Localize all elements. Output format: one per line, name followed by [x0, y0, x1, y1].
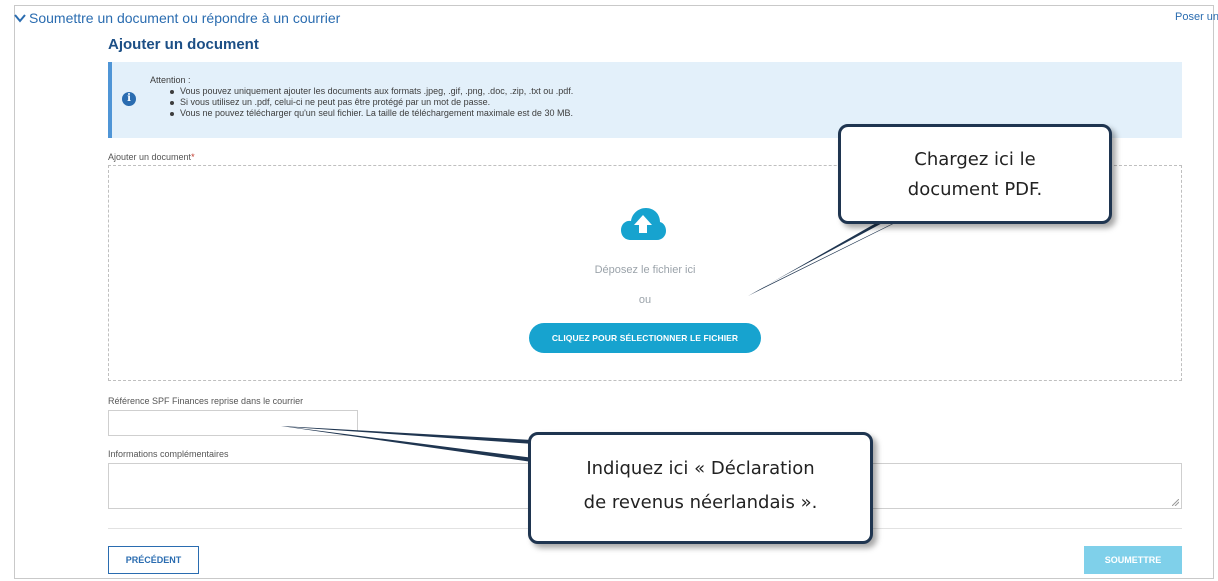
reference-input[interactable] — [108, 410, 358, 436]
reference-label: Référence SPF Finances reprise dans le c… — [108, 396, 304, 406]
alert-item: Vous pouvez uniquement ajouter les docum… — [168, 86, 573, 97]
ask-question-link[interactable]: Poser un — [1175, 11, 1218, 23]
previous-button[interactable]: PRÉCÉDENT — [108, 546, 199, 574]
upload-label-text: Ajouter un document — [108, 152, 192, 162]
reference-callout-line1: Indiquez ici « Déclaration — [586, 458, 815, 479]
alert-item: Vous ne pouvez télécharger qu'un seul fi… — [168, 108, 573, 119]
reference-callout-line2: de revenus néerlandais ». — [583, 492, 818, 513]
upload-callout-line1: Chargez ici le — [914, 149, 1036, 170]
or-text: ou — [638, 294, 652, 306]
extra-info-label: Informations complémentaires — [108, 449, 229, 459]
drop-text: Déposez le fichier ici — [594, 264, 696, 276]
cloud-upload-icon — [621, 208, 666, 240]
section-toggle[interactable]: Soumettre un document ou répondre à un c… — [14, 10, 340, 26]
alert-list: Vous pouvez uniquement ajouter les docum… — [168, 86, 573, 119]
alert-heading: Attention : — [150, 75, 191, 85]
reference-callout: Indiquez ici « Déclaration de revenus né… — [528, 432, 873, 544]
page-title: Ajouter un document — [108, 36, 259, 53]
info-icon: i — [122, 92, 136, 106]
submit-button[interactable]: SOUMETTRE — [1084, 546, 1182, 574]
upload-callout-line2: document PDF. — [907, 179, 1043, 200]
required-mark: * — [191, 152, 195, 162]
select-file-button[interactable]: CLIQUEZ POUR SÉLECTIONNER LE FICHIER — [529, 323, 761, 353]
upload-label: Ajouter un document* — [108, 152, 195, 162]
section-title: Soumettre un document ou répondre à un c… — [29, 10, 341, 26]
resize-grip-icon[interactable] — [1172, 499, 1179, 506]
alert-item: Si vous utilisez un .pdf, celui-ci ne pe… — [168, 97, 573, 108]
upload-callout: Chargez ici le document PDF. — [838, 124, 1112, 224]
chevron-down-icon — [14, 14, 26, 23]
